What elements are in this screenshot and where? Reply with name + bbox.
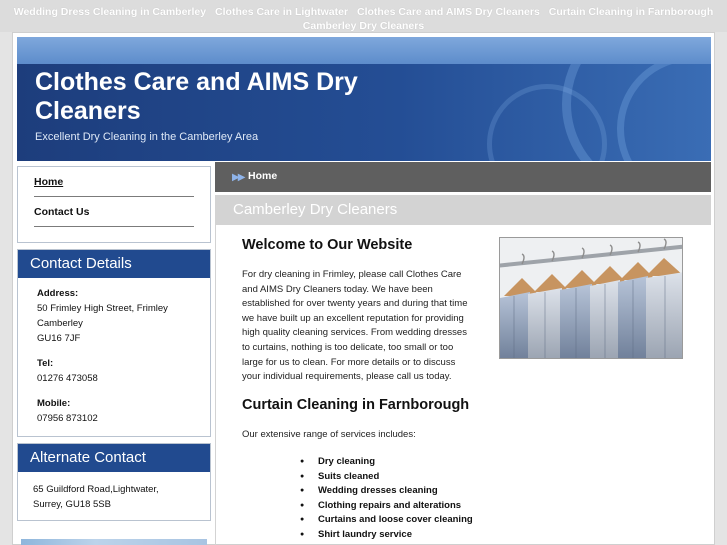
welcome-heading: Welcome to Our Website: [242, 237, 413, 253]
welcome-line: high quality cleaning services. From wed…: [242, 327, 467, 339]
list-item: Dry cleaning: [300, 455, 473, 470]
alternate-address-line: Surrey, GU18 5SB: [33, 499, 111, 510]
list-item: Suits cleaned: [300, 470, 473, 485]
sidebar-item-home[interactable]: Home: [34, 167, 194, 197]
sidebar-photo: [21, 539, 207, 545]
page-heading-bar: Camberley Dry Cleaners: [215, 195, 711, 225]
services-intro: Our extensive range of services includes…: [242, 429, 416, 440]
site-tagline: Excellent Dry Cleaning in the Camberley …: [35, 131, 259, 143]
alternate-contact-box: Alternate Contact 65 Guildford Road,Ligh…: [17, 443, 211, 521]
breadcrumb-home[interactable]: Home: [248, 170, 277, 182]
welcome-paragraph: For dry cleaning in Frimley, please call…: [242, 268, 492, 385]
address-line: Camberley: [37, 318, 83, 329]
topnav-link-curtain[interactable]: Curtain Cleaning in Farnborough: [549, 6, 714, 18]
breadcrumb-bar: ▶▶ Home: [215, 162, 711, 192]
address-line: GU16 7JF: [37, 333, 81, 344]
welcome-line: we have built up an excellent reputation…: [242, 312, 464, 324]
sidebar-nav: Home Contact Us: [17, 166, 211, 243]
list-item: Curtains and loose cover cleaning: [300, 513, 473, 528]
tel-label: Tel:: [37, 358, 54, 369]
clothes-rack-image: [499, 237, 683, 359]
welcome-line: large for us to clean. For more details …: [242, 356, 456, 368]
alternate-contact-body: 65 Guildford Road,Lightwater, Surrey, GU…: [18, 472, 210, 512]
list-item: Wedding dresses cleaning: [300, 484, 473, 499]
header-stripe: [17, 37, 711, 64]
double-chevron-right-icon: ▶▶: [232, 172, 245, 183]
list-item: Clothing repairs and alterations: [300, 499, 473, 514]
sidebar-item-contact-us[interactable]: Contact Us: [34, 197, 194, 227]
welcome-line: and AIMS Dry Cleaners today. We have bee…: [242, 283, 433, 295]
welcome-line: to curtains, nothing is too delicate, to…: [242, 341, 454, 353]
site-title: Clothes Care and AIMS Dry Cleaners: [35, 68, 358, 125]
welcome-line: For dry cleaning in Frimley, please call…: [242, 269, 462, 280]
mobile-label: Mobile:: [37, 398, 71, 409]
site-header: Clothes Care and AIMS Dry Cleaners Excel…: [17, 64, 711, 161]
topnav-link-aims[interactable]: Clothes Care and AIMS Dry Cleaners: [357, 6, 540, 18]
topnav-link-camberley[interactable]: Camberley Dry Cleaners: [303, 20, 424, 32]
tel-value: 01276 473058: [37, 373, 98, 384]
alternate-contact-title: Alternate Contact: [18, 444, 210, 472]
page-heading: Camberley Dry Cleaners: [233, 201, 398, 218]
mobile-value: 07956 873102: [37, 413, 98, 424]
welcome-line: established for over twenty years and du…: [242, 298, 468, 310]
services-list: Dry cleaning Suits cleaned Wedding dress…: [300, 455, 473, 542]
clothes-rack-illustration: [500, 238, 682, 358]
contact-details-title: Contact Details: [18, 250, 210, 278]
topnav-link-lightwater[interactable]: Clothes Care in Lightwater: [215, 6, 348, 18]
contact-details-body: Address: 50 Frimley High Street, Frimley…: [18, 278, 210, 426]
welcome-line: your individual requirements, please cal…: [242, 371, 452, 383]
contact-details-box: Contact Details Address: 50 Frimley High…: [17, 249, 211, 437]
curtain-heading: Curtain Cleaning in Farnborough: [242, 397, 470, 413]
top-navigation: Wedding Dress Cleaning in Camberley Clot…: [0, 0, 727, 32]
topnav-link-wedding-dress[interactable]: Wedding Dress Cleaning in Camberley: [14, 6, 206, 18]
address-label: Address:: [37, 288, 79, 299]
address-line: 50 Frimley High Street, Frimley: [37, 303, 168, 314]
alternate-address-line: 65 Guildford Road,Lightwater,: [33, 484, 159, 495]
list-item: Shirt laundry service: [300, 528, 473, 543]
